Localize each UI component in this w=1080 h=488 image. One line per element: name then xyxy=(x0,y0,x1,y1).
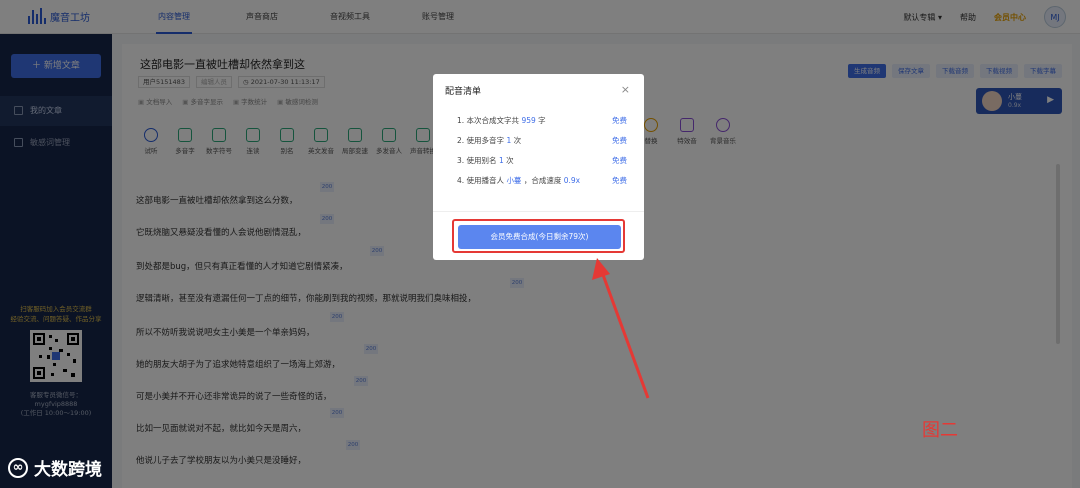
figure-caption: 图二 xyxy=(922,420,958,441)
watermark-logo-icon: ∞ xyxy=(8,457,28,478)
watermark: ∞ 大数跨境 xyxy=(8,455,102,480)
annotation-arrow xyxy=(592,258,650,399)
